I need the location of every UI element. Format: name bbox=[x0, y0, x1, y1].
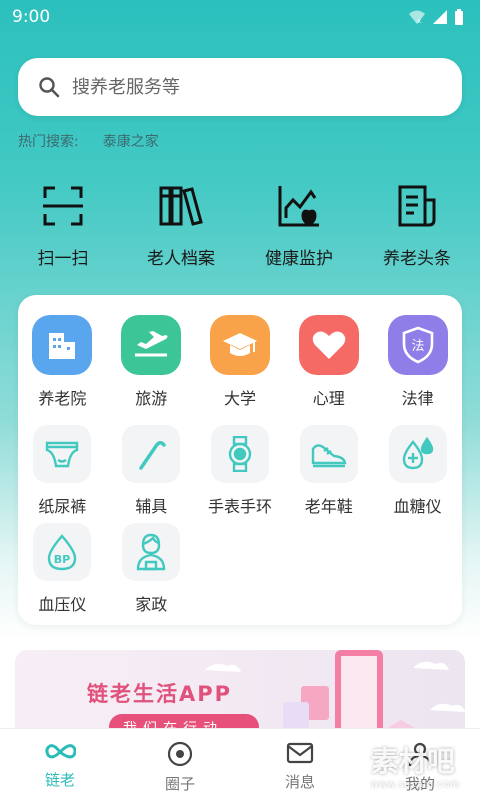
bp-glyph: BP bbox=[54, 553, 70, 566]
news-icon bbox=[398, 185, 436, 227]
services-card: 养老院 旅游 大学 心理 法 法律 纸尿裤 辅具 手表手环 老年鞋 血糖仪 BP… bbox=[18, 295, 462, 625]
cane-icon bbox=[122, 425, 181, 483]
hot-search-label: 热门搜索: bbox=[18, 134, 79, 150]
watch-icon bbox=[210, 425, 269, 483]
wifi-icon: x bbox=[409, 10, 425, 25]
status-icons: x bbox=[408, 9, 464, 25]
status-bar: 9:00 x bbox=[0, 0, 480, 34]
product-label: 血糖仪 bbox=[393, 497, 442, 516]
service-label: 心理 bbox=[312, 389, 345, 408]
service-travel[interactable]: 旅游 bbox=[107, 315, 196, 409]
promo-banner[interactable]: 链老生活APP 我们在行动 bbox=[15, 650, 465, 740]
quick-action-label: 老人档案 bbox=[147, 249, 215, 269]
service-university[interactable]: 大学 bbox=[196, 315, 285, 409]
tab-label: 链老 bbox=[44, 771, 75, 789]
quick-action-label: 健康监护 bbox=[265, 249, 333, 269]
health-chart-icon bbox=[278, 186, 319, 227]
quick-action-scan[interactable]: 扫一扫 bbox=[7, 182, 119, 272]
search-icon bbox=[39, 77, 60, 98]
services-row: 养老院 旅游 大学 心理 法 法律 bbox=[18, 315, 462, 409]
service-label: 大学 bbox=[223, 389, 256, 408]
building-icon bbox=[32, 315, 93, 375]
glucose-drop-icon bbox=[388, 425, 447, 483]
housekeeper-icon bbox=[122, 523, 181, 581]
product-bp-monitor[interactable]: BP 血压仪 bbox=[18, 523, 107, 615]
quick-action-elder-profile[interactable]: 老人档案 bbox=[125, 182, 237, 272]
tab-label: 圈子 bbox=[164, 775, 195, 793]
circle-dot-icon bbox=[167, 741, 193, 767]
product-label: 老年鞋 bbox=[304, 497, 353, 516]
service-label: 法律 bbox=[401, 389, 434, 408]
search-bar[interactable] bbox=[18, 58, 462, 116]
tab-circle[interactable]: 圈子 bbox=[120, 729, 240, 800]
watermark-logo-icon bbox=[338, 752, 365, 778]
hot-search: 热门搜索: 泰康之家 bbox=[18, 131, 159, 151]
svg-text:x: x bbox=[417, 17, 421, 25]
watermark-subtitle: www.sucai8.com bbox=[370, 780, 460, 790]
product-mobility-aids[interactable]: 辅具 bbox=[107, 425, 196, 517]
product-diapers[interactable]: 纸尿裤 bbox=[18, 425, 107, 517]
diaper-icon bbox=[33, 425, 92, 483]
tab-label: 消息 bbox=[284, 773, 315, 791]
heart-icon bbox=[298, 315, 359, 375]
battery-icon bbox=[455, 9, 463, 25]
search-input[interactable] bbox=[72, 76, 412, 98]
watermark: 素材吧 www.sucai8.com bbox=[338, 740, 460, 790]
quick-action-label: 扫一扫 bbox=[37, 249, 89, 269]
products-row-2: BP 血压仪 家政 bbox=[18, 523, 462, 615]
quick-actions: 扫一扫 老人档案 健康监护 养老头条 bbox=[0, 182, 480, 272]
tab-lianlao[interactable]: 链老 bbox=[0, 729, 120, 800]
shoe-icon bbox=[299, 425, 358, 483]
hot-search-item[interactable]: 泰康之家 bbox=[103, 131, 159, 151]
graduation-cap-icon bbox=[209, 315, 270, 375]
service-psychology[interactable]: 心理 bbox=[284, 315, 373, 409]
law-glyph: 法 bbox=[411, 339, 424, 354]
law-shield-icon: 法 bbox=[387, 315, 448, 375]
product-watches[interactable]: 手表手环 bbox=[196, 425, 285, 517]
service-label: 旅游 bbox=[135, 389, 168, 408]
product-label: 辅具 bbox=[135, 497, 168, 516]
bp-drop-icon: BP bbox=[33, 523, 92, 581]
quick-action-label: 养老头条 bbox=[383, 249, 451, 269]
quick-action-health-monitor[interactable]: 健康监护 bbox=[243, 182, 355, 272]
product-label: 手表手环 bbox=[207, 497, 272, 516]
service-nursing-home[interactable]: 养老院 bbox=[18, 315, 107, 409]
product-label: 家政 bbox=[135, 595, 168, 614]
books-icon bbox=[159, 186, 203, 226]
watermark-title: 素材吧 bbox=[370, 745, 455, 778]
quick-action-headlines[interactable]: 养老头条 bbox=[361, 182, 473, 272]
service-label: 养老院 bbox=[38, 389, 87, 408]
product-label: 纸尿裤 bbox=[38, 497, 87, 516]
product-glucose-meter[interactable]: 血糖仪 bbox=[373, 425, 462, 517]
banner-title: 链老生活APP bbox=[87, 682, 233, 706]
infinity-icon bbox=[45, 744, 76, 759]
service-law[interactable]: 法 法律 bbox=[373, 315, 462, 409]
product-housekeeping[interactable]: 家政 bbox=[107, 523, 196, 615]
scan-icon bbox=[43, 186, 83, 226]
status-time: 9:00 bbox=[12, 7, 51, 27]
plane-icon bbox=[121, 315, 182, 375]
mail-icon bbox=[286, 742, 314, 764]
signal-icon bbox=[433, 10, 447, 24]
product-label: 血压仪 bbox=[38, 595, 87, 614]
products-row-1: 纸尿裤 辅具 手表手环 老年鞋 血糖仪 bbox=[18, 425, 462, 517]
product-elder-shoes[interactable]: 老年鞋 bbox=[284, 425, 373, 517]
